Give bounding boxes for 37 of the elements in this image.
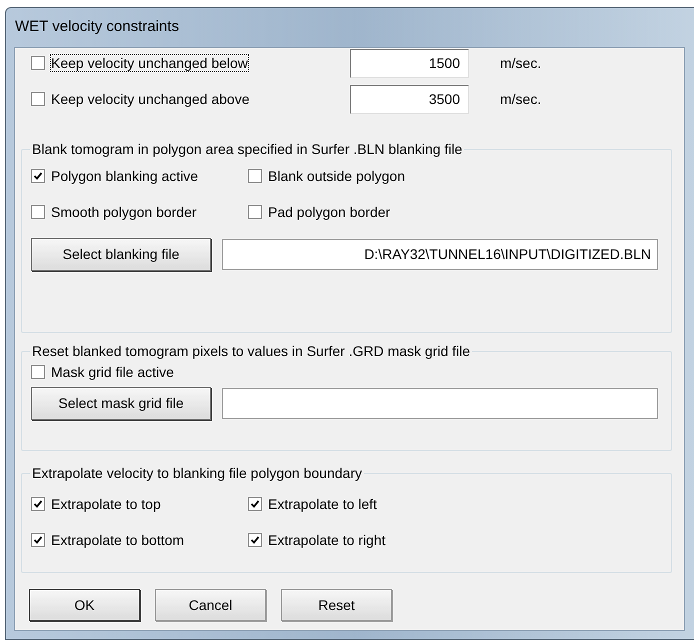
input-field[interactable]: 3500 (350, 84, 469, 114)
checkbox[interactable] (31, 533, 45, 547)
checkbox-label: Polygon blanking active (51, 168, 198, 184)
checkbox-label: Mask grid file active (51, 364, 174, 380)
checkbox[interactable] (248, 205, 262, 219)
checkbox[interactable] (248, 533, 262, 547)
checkbox[interactable] (248, 497, 262, 511)
checkbox-label: Keep velocity unchanged below (51, 55, 248, 71)
dialog-button[interactable]: OK (29, 589, 140, 621)
select-file-button[interactable]: Select blanking file (31, 238, 211, 271)
checkbox[interactable] (31, 205, 45, 219)
file-path-field[interactable] (222, 388, 658, 419)
group-title: Blank tomogram in polygon area specified in Surfer .BLN blanking file (31, 140, 464, 159)
dialog-button[interactable]: Reset (281, 589, 392, 621)
select-file-button[interactable]: Select mask grid file (31, 387, 211, 420)
checkbox[interactable] (31, 92, 45, 106)
unit-label: m/sec. (500, 54, 542, 72)
checkbox[interactable] (31, 169, 45, 183)
checkbox-label: Extrapolate to top (51, 496, 161, 512)
unit-label: m/sec. (500, 90, 542, 108)
checkbox-label: Extrapolate to bottom (51, 532, 184, 548)
checkbox-label: Extrapolate to right (268, 532, 386, 548)
checkbox[interactable] (31, 56, 45, 70)
file-path-field[interactable]: D:\RAY32\TUNNEL16\INPUT\DIGITIZED.BLN (222, 239, 658, 270)
checkbox-label: Keep velocity unchanged above (51, 91, 250, 107)
checkbox-label: Extrapolate to left (268, 496, 377, 512)
checkbox[interactable] (248, 169, 262, 183)
group-title: Reset blanked tomogram pixels to values in Surfer .GRD mask grid file (31, 342, 472, 361)
window-title: WET velocity constraints (15, 17, 179, 38)
input-field[interactable]: 1500 (350, 48, 469, 78)
group-title: Extrapolate velocity to blanking file polygon boundary (31, 464, 363, 483)
checkbox[interactable] (31, 497, 45, 511)
checkbox-label: Blank outside polygon (268, 168, 405, 184)
checkbox-label: Pad polygon border (268, 204, 390, 220)
checkbox-label: Smooth polygon border (51, 204, 197, 220)
dialog-button[interactable]: Cancel (155, 589, 266, 621)
checkbox[interactable] (31, 365, 45, 379)
